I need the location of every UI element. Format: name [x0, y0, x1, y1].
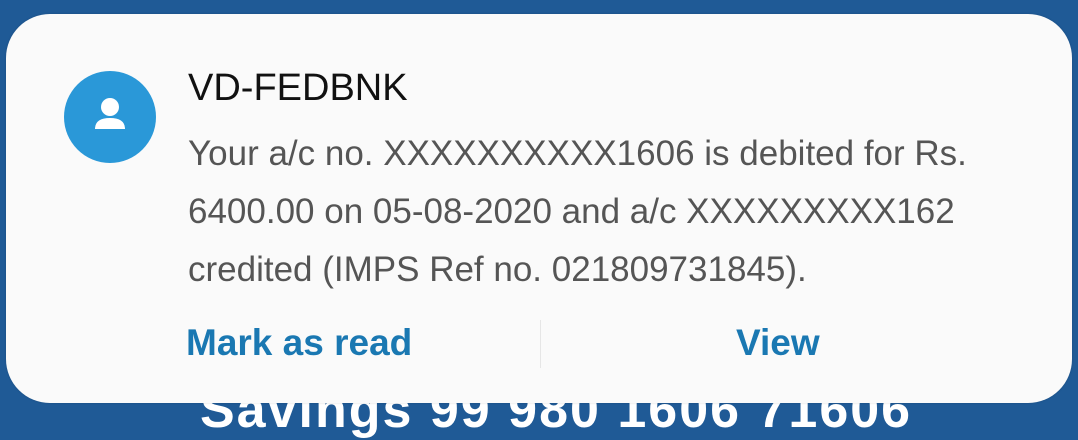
action-divider — [540, 320, 541, 368]
person-icon — [95, 98, 125, 129]
view-button[interactable]: View — [736, 322, 820, 364]
message-body: Your a/c no. XXXXXXXXXX1606 is debited f… — [188, 125, 1048, 299]
mark-as-read-button[interactable]: Mark as read — [186, 322, 412, 364]
sms-notification-card[interactable]: VD-FEDBNK Your a/c no. XXXXXXXXXX1606 is… — [6, 14, 1072, 403]
message-line: Your a/c no. XXXXXXXXXX1606 is debited f… — [188, 134, 967, 173]
contact-avatar — [64, 71, 156, 163]
message-line: credited (IMPS Ref no. 021809731845). — [188, 250, 807, 289]
message-line: 6400.00 on 05-08-2020 and a/c XXXXXXXXX1… — [188, 192, 955, 231]
sender-name: VD-FEDBNK — [188, 67, 408, 109]
